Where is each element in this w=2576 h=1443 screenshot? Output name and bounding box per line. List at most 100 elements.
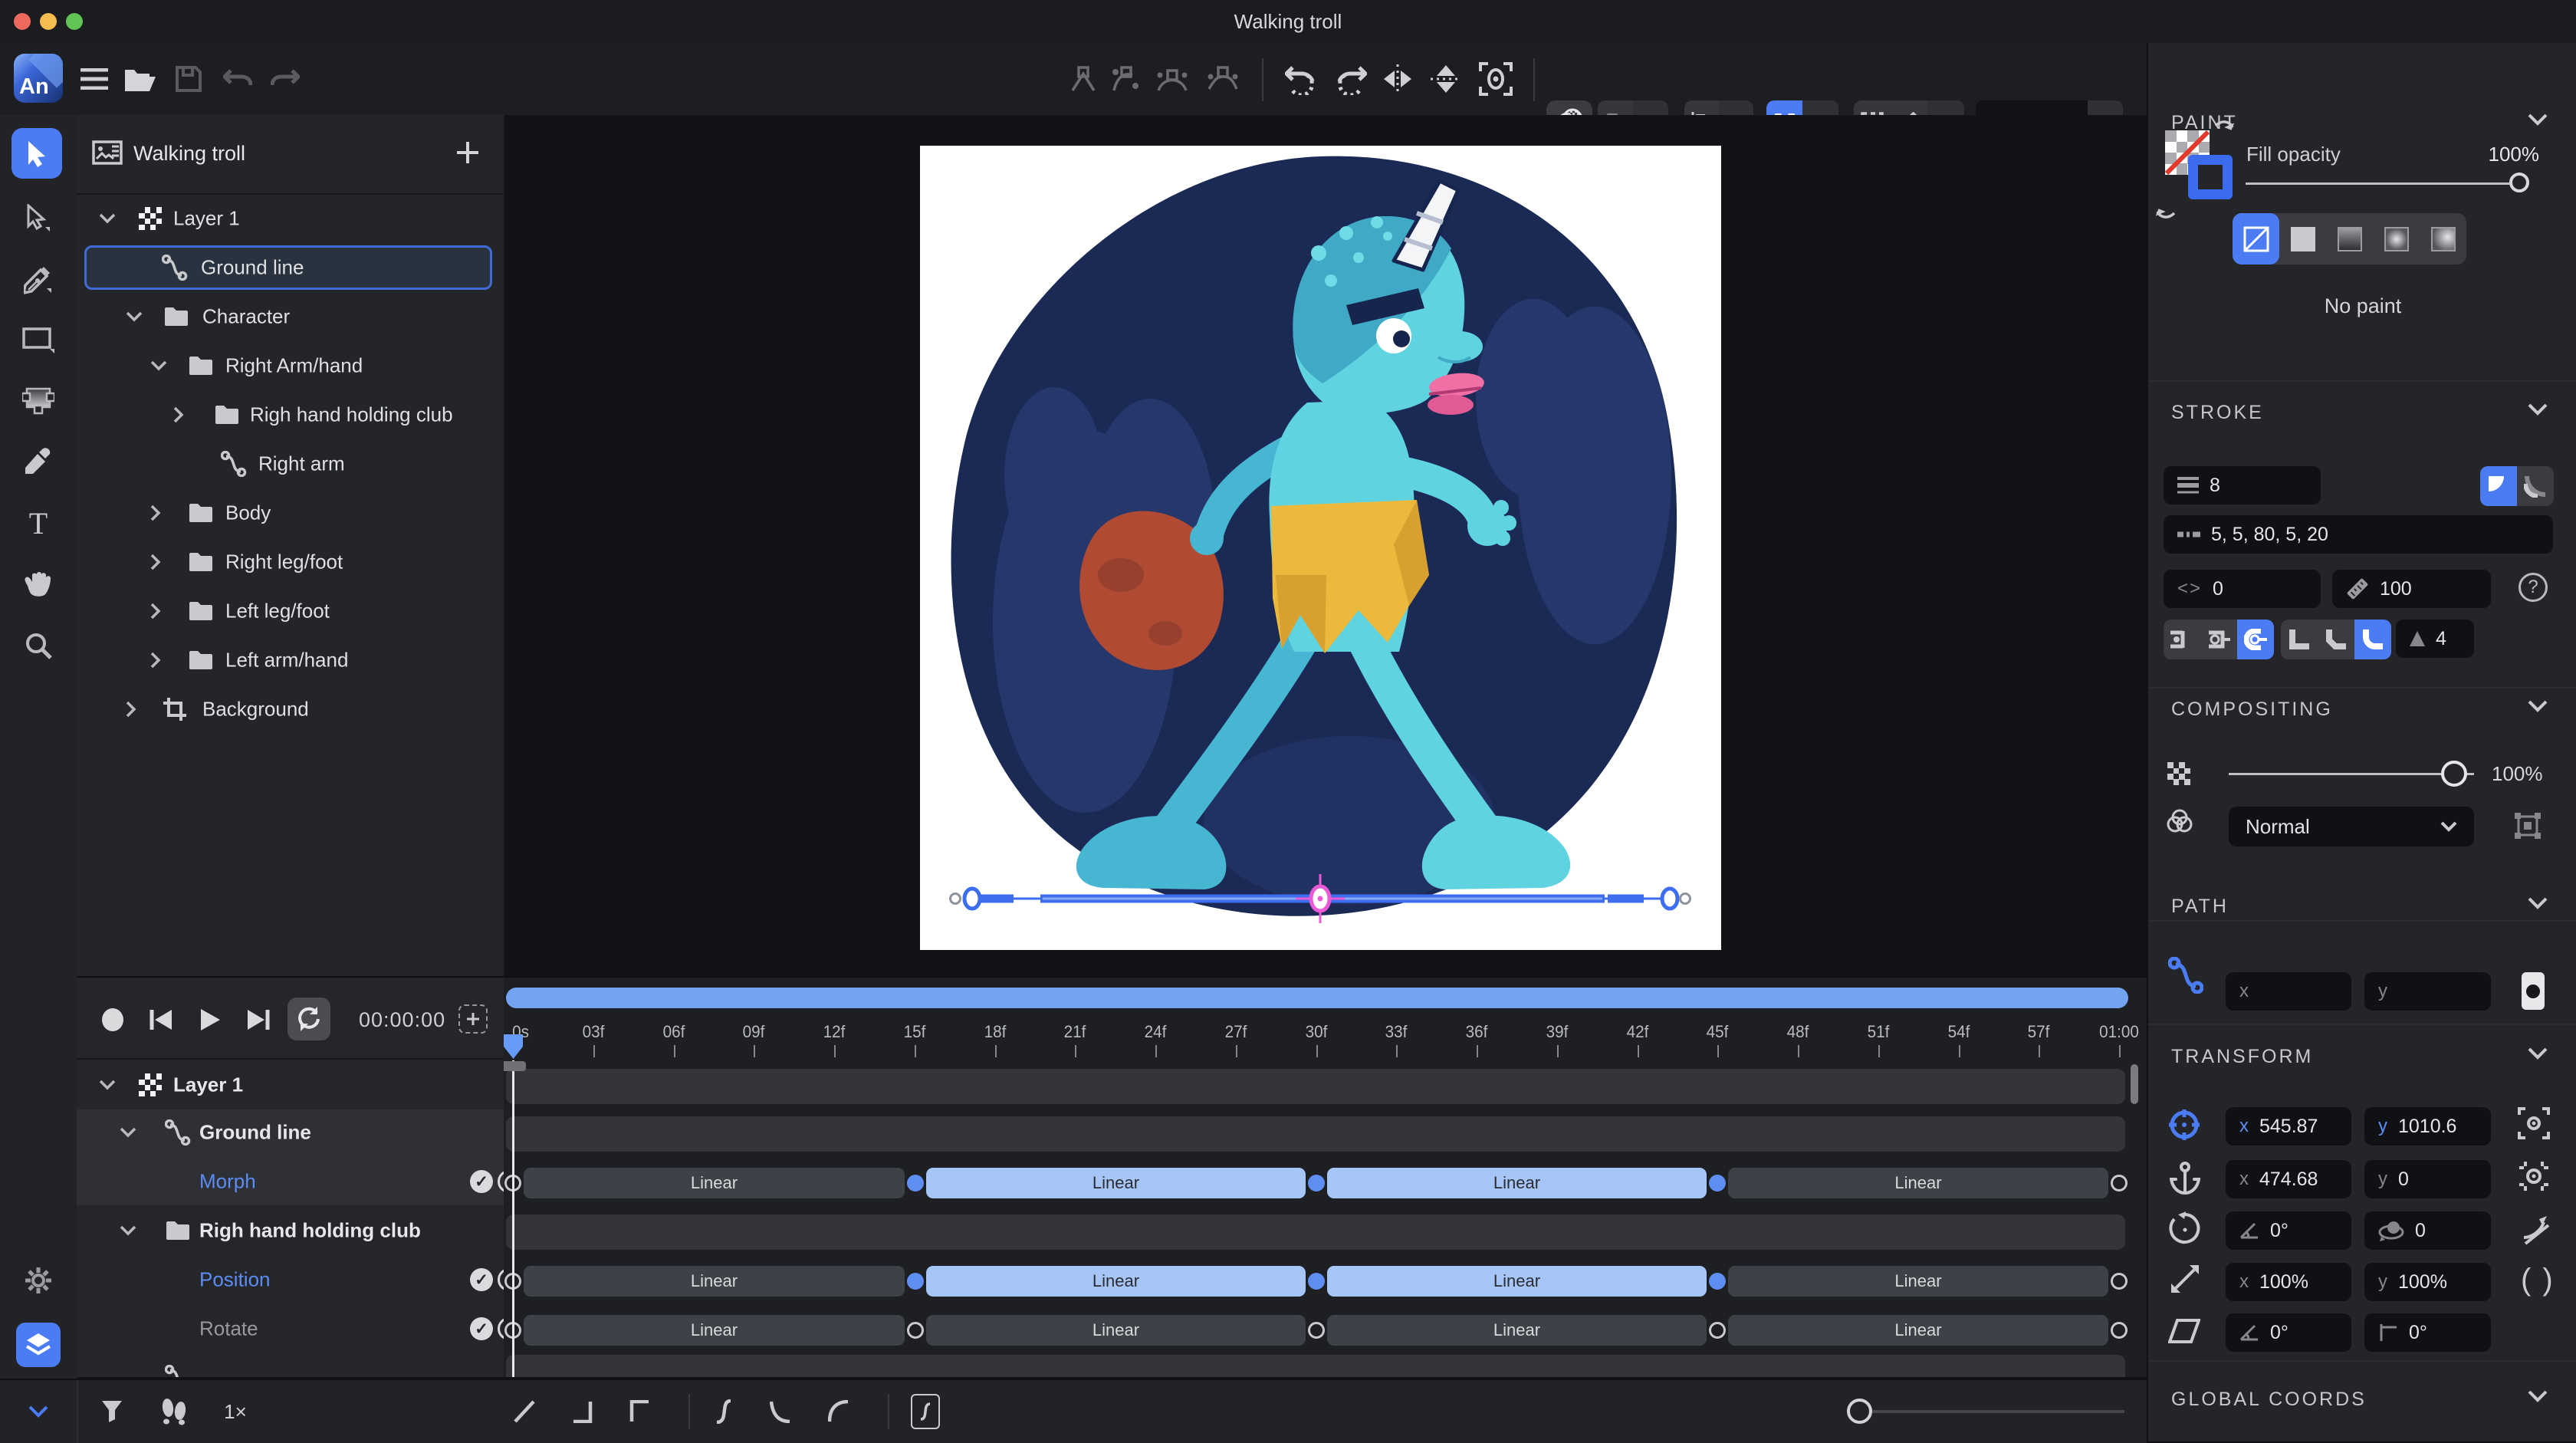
timeline-row[interactable]: Layer 1 [77, 1063, 504, 1107]
path-y-field[interactable]: y [2364, 972, 2491, 1011]
easing-hold-start-button[interactable] [623, 1380, 656, 1443]
swap-fill-stroke-icon[interactable] [2154, 196, 2177, 219]
settings-gear-button[interactable] [0, 1254, 77, 1307]
link-scale-button[interactable]: ( ) [2521, 1263, 2555, 1297]
layer-tree-item[interactable]: Layer 1 [77, 196, 504, 241]
pen-tool-button[interactable] [0, 253, 77, 307]
rotation-angle-field[interactable]: 0° [2226, 1211, 2351, 1250]
easing-linear-button[interactable] [508, 1380, 541, 1443]
property-secondary-toggle[interactable] [498, 1268, 504, 1291]
chevron-down-icon[interactable] [2528, 897, 2548, 909]
filter-tracks-button[interactable] [95, 1380, 129, 1443]
layer-tree-item[interactable]: Right leg/foot [77, 540, 504, 584]
anchor-y-field[interactable]: y0 [2364, 1160, 2491, 1198]
tween-segment[interactable]: Linear [1728, 1315, 2108, 1346]
text-tool-button[interactable]: T [0, 496, 77, 550]
mask-icon[interactable] [2515, 813, 2541, 839]
playhead-handle[interactable] [504, 1061, 526, 1071]
save-button[interactable] [167, 43, 210, 115]
keyframe-ring[interactable] [2111, 1322, 2128, 1339]
collapse-timeline-button[interactable] [23, 1380, 54, 1443]
chevron-down-icon[interactable] [2528, 1047, 2548, 1060]
chevron-right-icon[interactable] [150, 652, 161, 669]
rotate-cw-button[interactable] [1329, 43, 1373, 115]
join-miter-button[interactable] [2281, 620, 2318, 659]
global-coords-section-header[interactable]: GLOBAL COORDS [2171, 1389, 2367, 1411]
chevron-down-icon[interactable] [99, 1080, 116, 1090]
cap-square-button[interactable] [2200, 620, 2237, 659]
property-enabled-toggle[interactable]: ✓ [470, 1317, 493, 1340]
layer-tree-item[interactable]: Ground line [77, 245, 504, 290]
keyframe-dot[interactable] [1308, 1273, 1325, 1290]
blend-mode-select[interactable]: Normal [2229, 807, 2474, 846]
canvas-viewport[interactable] [505, 115, 2147, 976]
chevron-right-icon[interactable] [150, 505, 161, 521]
redo-button[interactable] [264, 43, 307, 115]
stroke-scale-field[interactable]: 100 [2332, 570, 2491, 608]
tracks-scrollbar-thumb[interactable] [2131, 1064, 2138, 1104]
tween-segment[interactable]: Linear [524, 1168, 905, 1198]
keyframe-ring[interactable] [2111, 1175, 2128, 1192]
keyframe-ring[interactable] [907, 1322, 924, 1339]
stroke-swatch-color[interactable] [2188, 155, 2233, 199]
hand-tool-button[interactable] [0, 557, 77, 611]
cap-butt-button[interactable] [2164, 620, 2200, 659]
easing-hold-end-button[interactable] [566, 1380, 600, 1443]
compositing-section-header[interactable]: COMPOSITING [2171, 698, 2333, 721]
undo-button[interactable] [216, 43, 259, 115]
tween-segment[interactable]: Linear [524, 1315, 905, 1346]
position-x-field[interactable]: x545.87 [2226, 1107, 2351, 1146]
keyframe-dot[interactable] [1709, 1175, 1726, 1192]
chevron-right-icon[interactable] [150, 603, 161, 620]
paint-radial-gradient-button[interactable] [2373, 213, 2420, 265]
skew-y-field[interactable]: 0° [2364, 1313, 2491, 1352]
timeline-row[interactable]: Rotate✓ [77, 1307, 504, 1351]
layer-tree-item[interactable]: Body [77, 491, 504, 535]
chevron-down-icon[interactable] [2528, 1390, 2548, 1402]
property-enabled-toggle[interactable]: ✓ [470, 1170, 493, 1193]
layer-tree-item[interactable]: Character [77, 294, 504, 339]
timeline-row[interactable]: Righ hand holding club [77, 1208, 504, 1253]
tween-segment[interactable]: Linear [1327, 1168, 1707, 1198]
chevron-right-icon[interactable] [150, 554, 161, 570]
playhead[interactable] [504, 1034, 524, 1060]
center-position-button[interactable] [2518, 1107, 2550, 1139]
timeline-zoom-knob[interactable] [1847, 1399, 1872, 1424]
join-round-button[interactable] [2354, 620, 2391, 659]
chevron-down-icon[interactable] [2528, 113, 2548, 126]
opacity-slider-knob[interactable] [2441, 761, 2467, 787]
path-x-field[interactable]: x [2226, 972, 2351, 1011]
corner-anchor-icon[interactable] [1205, 43, 1240, 115]
easing-smooth-button[interactable] [707, 1380, 741, 1443]
chevron-down-icon[interactable] [126, 311, 143, 322]
scale-y-field[interactable]: y100% [2364, 1263, 2491, 1301]
chevron-down-icon[interactable] [120, 1127, 136, 1138]
layer-tree-item[interactable]: Righ hand holding club [77, 393, 504, 437]
tween-segment[interactable]: Linear [1327, 1266, 1707, 1297]
shape-tool-button[interactable] [0, 314, 77, 367]
keyframe-ring[interactable] [1709, 1322, 1726, 1339]
skew-x-field[interactable]: 0° [2226, 1313, 2351, 1352]
property-enabled-toggle[interactable]: ✓ [470, 1268, 493, 1291]
miter-limit-field[interactable]: 4 [2396, 620, 2474, 658]
flip-horizontal-button[interactable] [1376, 43, 1419, 115]
transform-section-header[interactable]: TRANSFORM [2171, 1046, 2313, 1068]
stroke-align-outside-button[interactable] [2517, 466, 2554, 506]
chevron-down-icon[interactable] [120, 1225, 136, 1236]
timeline-zoom-slider[interactable] [1871, 1410, 2124, 1413]
keyframe-dot[interactable] [1308, 1175, 1325, 1192]
gradient-transform-tool-button[interactable] [0, 373, 77, 427]
keyframe-dot[interactable] [1709, 1273, 1726, 1290]
chevron-down-icon[interactable] [2528, 700, 2548, 712]
swap-fill-stroke-icon[interactable] [2213, 120, 2236, 143]
tween-segment[interactable]: Linear [926, 1315, 1306, 1346]
stroke-dash-field[interactable]: 5, 5, 80, 5, 20 [2164, 515, 2553, 554]
stroke-width-field[interactable]: 8 [2164, 466, 2321, 505]
tween-segment[interactable]: Linear [1728, 1168, 2108, 1198]
layer-tree-item[interactable]: Right Arm/hand [77, 343, 504, 388]
chevron-down-icon[interactable] [150, 360, 167, 371]
smooth-anchor-icon[interactable] [1155, 43, 1190, 115]
tween-segment[interactable]: Linear [926, 1168, 1306, 1198]
layer-tree-item[interactable]: Left arm/hand [77, 638, 504, 682]
join-bevel-button[interactable] [2318, 620, 2354, 659]
